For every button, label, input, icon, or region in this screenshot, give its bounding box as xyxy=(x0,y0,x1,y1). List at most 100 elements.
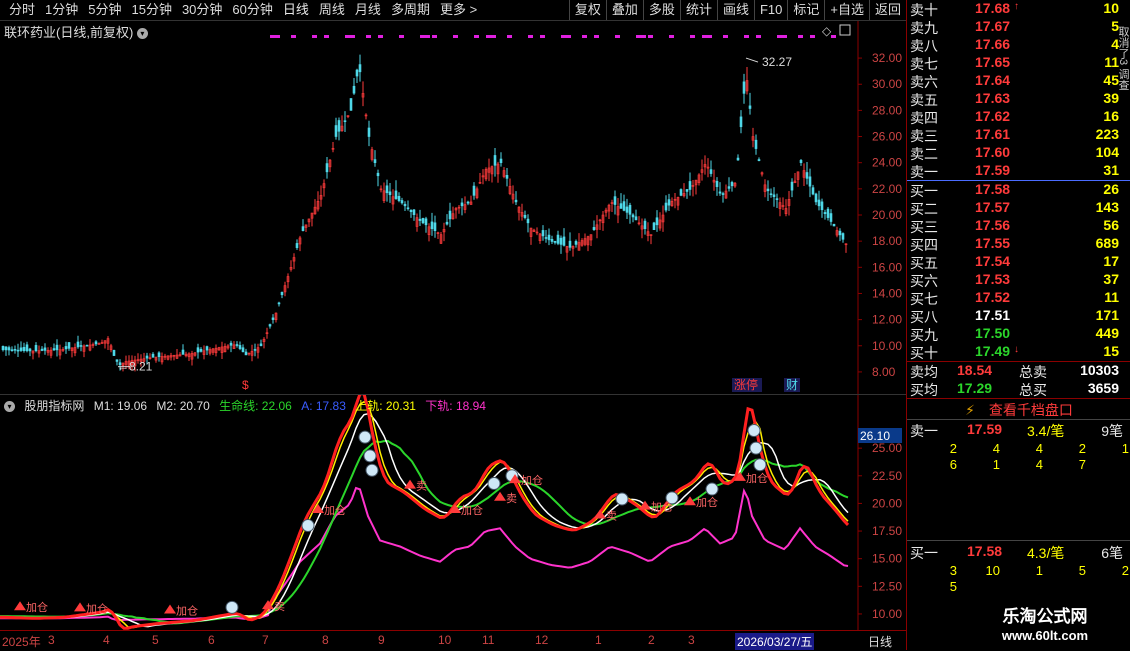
candle-body xyxy=(730,182,734,187)
signal-dash xyxy=(291,35,296,38)
buy-volume: 689 xyxy=(1095,235,1119,251)
signal-dash xyxy=(453,35,458,38)
candlestick-panel[interactable]: 联环药业(日线,前复权) ▾ 32.00 30.00 28.00 26.00 24.00… xyxy=(0,21,906,394)
toolbar-button-7[interactable]: +自选 xyxy=(824,0,869,20)
period-tab-9[interactable]: 多周期 xyxy=(386,2,435,18)
settings-circle-icon[interactable]: ▾ xyxy=(4,401,15,413)
buy-volume: 143 xyxy=(1095,199,1119,215)
signal-dash xyxy=(648,35,653,38)
restore-icon[interactable] xyxy=(839,24,851,36)
candle-body xyxy=(553,240,557,243)
side-clipped-text: 取消了3 调查 xyxy=(1119,26,1129,91)
signal-dash xyxy=(690,35,695,38)
candle-body xyxy=(634,216,638,221)
candle-body xyxy=(790,181,794,191)
toolbar-button-4[interactable]: 画线 xyxy=(716,0,754,20)
candle-body xyxy=(757,159,761,161)
candle-body xyxy=(766,188,770,192)
date-label: 9 xyxy=(378,633,385,647)
sell-price: 17.62 xyxy=(975,108,1011,124)
candle-body xyxy=(76,341,80,348)
candle-body xyxy=(556,234,560,244)
period-tab-0[interactable]: 分时 xyxy=(4,2,40,18)
queue-avg: 3.4/笔 xyxy=(1027,423,1065,439)
buy-row-8: 买九 17.50 449 xyxy=(907,325,1130,343)
dividend-badge[interactable]: $ xyxy=(242,378,249,392)
watermark-line1: 乐淘公式网 xyxy=(1002,607,1088,626)
toolbar-button-1[interactable]: 叠加 xyxy=(605,0,643,20)
sell-row-9: 卖一 17.59 31 xyxy=(907,162,1130,180)
toolbar-button-0[interactable]: 复权 xyxy=(568,0,606,20)
candle-body xyxy=(832,223,836,227)
signal-marker xyxy=(365,463,379,477)
queue-item: 1 xyxy=(1121,441,1129,456)
candle-body xyxy=(268,324,272,327)
buy-volume: 26 xyxy=(1103,181,1119,197)
candle-body xyxy=(64,346,68,350)
period-tab-7[interactable]: 周线 xyxy=(314,2,350,18)
price-tick-label: 30.00 xyxy=(872,77,902,91)
candle-body xyxy=(514,199,518,203)
period-tab-1[interactable]: 1分钟 xyxy=(40,2,83,18)
buy-label: 买九 xyxy=(910,327,938,343)
period-tab-6[interactable]: 日线 xyxy=(278,2,314,18)
indicator-chart[interactable]: 25.00 22.50 20.00 17.50 15.00 12.50 10.00 26.10… xyxy=(0,395,906,631)
signal-triangle xyxy=(404,479,416,489)
candle-body xyxy=(655,217,659,226)
buy-volume: 37 xyxy=(1103,271,1119,287)
toolbar-button-2[interactable]: 多股 xyxy=(642,0,680,20)
date-label: 11 xyxy=(482,633,495,647)
buy-row-7: 买八 17.51 171 xyxy=(907,307,1130,325)
candle-body xyxy=(418,218,422,221)
diamond-icon[interactable]: ◇ xyxy=(822,24,832,38)
period-tab-2[interactable]: 5分钟 xyxy=(83,2,126,18)
candle-body xyxy=(574,241,578,245)
finance-badge[interactable]: 财 xyxy=(786,378,798,392)
signal-triangle xyxy=(14,601,26,611)
signal-triangle xyxy=(164,604,176,614)
queue-price: 17.58 xyxy=(967,543,1003,559)
m1-label: M1: 19.06 xyxy=(93,399,148,413)
candle-body xyxy=(13,349,17,351)
candle-body xyxy=(355,69,359,77)
candle-body xyxy=(541,230,545,237)
sell-volume: 16 xyxy=(1103,108,1119,124)
signal-dash xyxy=(324,35,329,38)
indicator-panel[interactable]: 25.00 22.50 20.00 17.50 15.00 12.50 10.00 26.10… xyxy=(0,394,906,631)
signal-label: 卖 xyxy=(274,600,285,613)
period-tab-4[interactable]: 30分钟 xyxy=(177,2,227,18)
signal-dash xyxy=(399,35,404,38)
candlestick-chart[interactable]: 32.00 30.00 28.00 26.00 24.00 22.00 20.00 18.00… xyxy=(0,21,906,394)
high-price-marker: 32.27 xyxy=(762,55,792,69)
candle-body xyxy=(709,169,713,174)
date-label: 2025年 xyxy=(2,635,41,649)
period-tab-5[interactable]: 60分钟 xyxy=(227,2,277,18)
candle-body xyxy=(388,191,392,196)
period-tab-8[interactable]: 月线 xyxy=(350,2,386,18)
period-tab-10[interactable]: 更多 > xyxy=(435,2,482,18)
candle-body xyxy=(16,349,20,352)
signal-label: 卖 xyxy=(606,509,617,522)
candle-body xyxy=(499,158,503,163)
toolbar-button-5[interactable]: F10 xyxy=(753,0,787,20)
queue-item: 1 xyxy=(992,457,1000,472)
avg-row: 买均 17.29 总买 3659 xyxy=(907,380,1130,398)
buy-label: 买二 xyxy=(910,201,938,217)
toolbar-button-3[interactable]: 统计 xyxy=(679,0,717,20)
candle-body xyxy=(826,208,830,218)
limit-up-badge[interactable]: 涨停 xyxy=(734,377,758,392)
toolbar-button-8[interactable]: 返回 xyxy=(868,0,906,20)
period-indicator[interactable]: 日线 xyxy=(868,633,892,650)
toolbar-button-6[interactable]: 标记 xyxy=(787,0,824,20)
date-label: 3 xyxy=(688,633,695,647)
depth-link[interactable]: ⚡ 查看千档盘口 xyxy=(907,400,1130,418)
candle-body xyxy=(688,181,692,190)
candle-body xyxy=(562,236,566,246)
queue-count: 6笔 xyxy=(1101,545,1123,561)
period-tab-3[interactable]: 15分钟 xyxy=(126,2,176,18)
price-tick-label: 20.00 xyxy=(872,208,902,222)
candle-body xyxy=(652,222,656,231)
sell-volume: 5 xyxy=(1111,18,1119,34)
buy-label: 买十 xyxy=(910,345,938,361)
buy-label: 买五 xyxy=(910,255,938,271)
